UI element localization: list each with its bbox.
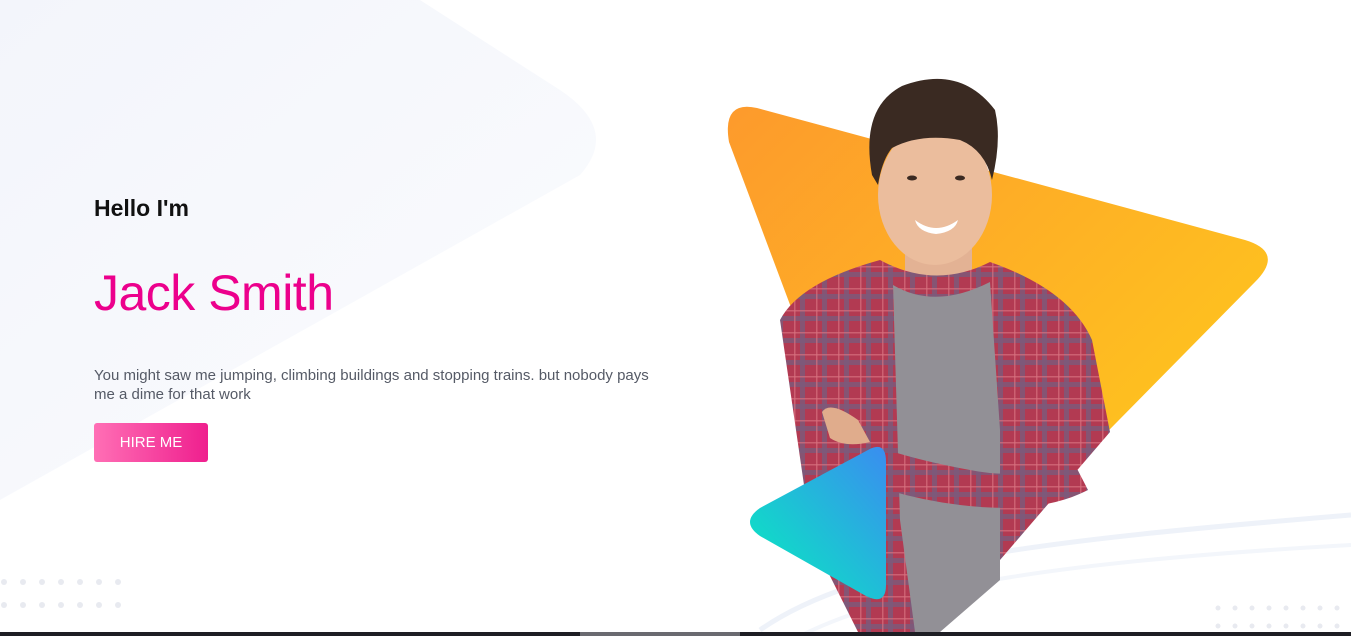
background-blob: [0, 0, 596, 500]
hero-name: Jack Smith: [94, 265, 334, 321]
decorative-dots: [1, 579, 121, 608]
play-triangle-icon: [750, 446, 886, 600]
decorative-dots: [1215, 605, 1340, 629]
scrollbar-thumb[interactable]: [580, 632, 740, 636]
profile-photo: [780, 78, 1110, 632]
play-triangle-icon: [727, 106, 1268, 631]
hero-section: Hello I'm Jack Smith You might saw me ju…: [0, 0, 1351, 636]
greeting: Hello I'm: [94, 195, 189, 221]
hero-description: You might saw me jumping, climbing build…: [94, 367, 649, 403]
hire-me-button[interactable]: HIRE ME: [94, 423, 208, 462]
